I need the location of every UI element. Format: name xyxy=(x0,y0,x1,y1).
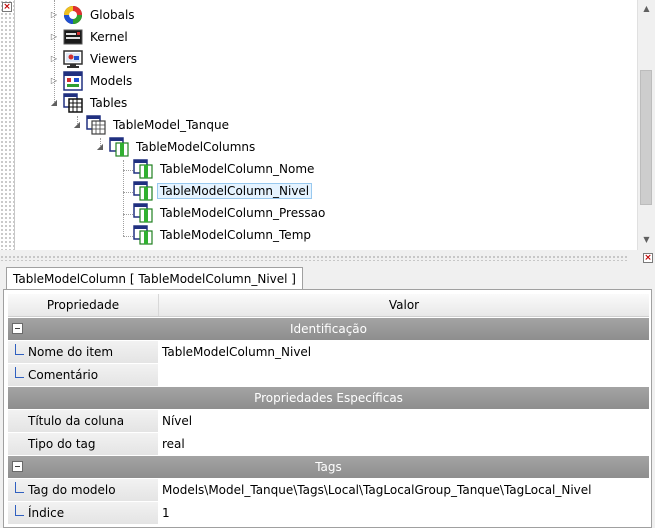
property-value[interactable]: TableModelColumn_Nivel xyxy=(158,341,649,363)
table-columns-icon xyxy=(109,137,129,157)
column-header-property[interactable]: Propriedade xyxy=(8,294,159,316)
expand-arrow-icon[interactable]: ▷ xyxy=(49,54,59,64)
property-value[interactable] xyxy=(158,364,649,386)
tree-item-models[interactable]: ▷ Models xyxy=(49,70,135,92)
tree-item-label: TableModelColumn_Nome xyxy=(160,162,315,176)
tree-item-label: TableModelColumn_Nivel xyxy=(157,183,313,199)
tree-gutter: × xyxy=(0,0,15,250)
close-icon[interactable]: × xyxy=(643,253,653,263)
section-header-tags[interactable]: Tags xyxy=(8,456,649,478)
collapse-arrow-icon[interactable]: ◢ xyxy=(95,142,105,152)
tree-item-tables[interactable]: ◢ Tables xyxy=(49,92,130,114)
column-header-value[interactable]: Valor xyxy=(159,294,649,316)
property-grid: Propriedade Valor Identificação Nome do … xyxy=(8,294,649,524)
tree-item-viewers[interactable]: ▷ Viewers xyxy=(49,48,140,70)
property-name: Tag do modelo xyxy=(8,479,158,501)
section-header-identificacao[interactable]: Identificação xyxy=(8,318,649,340)
expand-arrow-icon[interactable]: ▷ xyxy=(49,10,59,20)
close-icon[interactable]: × xyxy=(2,2,12,12)
table-column-icon xyxy=(133,203,153,223)
property-label: Índice xyxy=(28,506,65,520)
globals-icon xyxy=(63,5,83,25)
scroll-down-icon[interactable]: ▼ xyxy=(638,231,655,248)
tree-scrollbar[interactable]: ▲ ▼ xyxy=(637,0,655,250)
section-title: Propriedades Específicas xyxy=(254,391,403,405)
tables-icon xyxy=(63,93,83,113)
table-column-icon xyxy=(133,181,153,201)
tree-item-label: Viewers xyxy=(90,52,138,66)
tree-item-label: Globals xyxy=(90,8,135,22)
tree-item-label: TableModelColumn_Pressao xyxy=(160,206,326,220)
section-title: Identificação xyxy=(290,322,367,336)
collapse-box-icon[interactable] xyxy=(12,461,23,472)
tree-connector xyxy=(123,170,133,171)
tree-branch-icon xyxy=(15,505,24,516)
property-row[interactable]: Comentário xyxy=(8,364,649,386)
property-row[interactable]: Índice 1 xyxy=(8,502,649,524)
property-name: Nome do item xyxy=(8,341,158,363)
grid-header: Propriedade Valor xyxy=(8,294,649,317)
property-row[interactable]: Nome do item TableModelColumn_Nivel xyxy=(8,341,649,363)
property-name: Título da coluna xyxy=(8,410,158,432)
property-row[interactable]: Título da coluna Nível xyxy=(8,410,649,432)
properties-tab[interactable]: TableModelColumn [ TableModelColumn_Nive… xyxy=(6,267,303,290)
property-value[interactable]: 1 xyxy=(158,502,649,524)
tree-item-label: Tables xyxy=(90,96,128,110)
property-label: Nome do item xyxy=(28,345,114,359)
pane-splitter[interactable]: × xyxy=(0,250,655,266)
tree-connector xyxy=(123,214,133,215)
properties-panel: Propriedade Valor Identificação Nome do … xyxy=(3,289,652,528)
expand-arrow-icon[interactable]: ▷ xyxy=(49,76,59,86)
property-label: Título da coluna xyxy=(28,414,125,428)
expand-arrow-icon[interactable]: ▷ xyxy=(49,32,59,42)
tree-connector xyxy=(123,160,124,236)
property-label: Comentário xyxy=(28,368,99,382)
property-row[interactable]: Tag do modelo Models\Model_Tanque\Tags\L… xyxy=(8,479,649,501)
property-row[interactable]: Tipo do tag real xyxy=(8,433,649,455)
tree-item-label: TableModelColumns xyxy=(136,140,256,154)
collapse-arrow-icon[interactable]: ◢ xyxy=(72,120,82,130)
tree-branch-icon xyxy=(15,344,24,355)
collapse-box-icon[interactable] xyxy=(12,323,23,334)
tree-item-tablemodel-tanque[interactable]: ◢ TableModel_Tanque xyxy=(72,114,232,136)
section-title: Tags xyxy=(315,460,342,474)
tree-item-tablemodelcolumns[interactable]: ◢ TableModelColumns xyxy=(95,136,258,158)
tree-item-column-nivel[interactable]: TableModelColumn_Nivel xyxy=(133,180,313,202)
scrollbar-thumb[interactable] xyxy=(640,70,652,205)
collapse-arrow-icon[interactable]: ◢ xyxy=(49,98,59,108)
tree-branch-icon xyxy=(15,367,24,378)
property-label: Tipo do tag xyxy=(28,437,96,451)
property-value[interactable]: Models\Model_Tanque\Tags\Local\TagLocalG… xyxy=(158,479,649,501)
property-name: Tipo do tag xyxy=(8,433,158,455)
tree-branch-icon xyxy=(15,482,24,493)
table-column-icon xyxy=(133,159,153,179)
tree-item-label: Kernel xyxy=(90,30,128,44)
tree-item-column-pressao[interactable]: TableModelColumn_Pressao xyxy=(133,202,328,224)
tree-item-column-temp[interactable]: TableModelColumn_Temp xyxy=(133,224,314,246)
project-tree-pane: × ▷ Globals ▷ Kernel ▷ Viewers ▷ Models … xyxy=(0,0,655,251)
property-name: Comentário xyxy=(8,364,158,386)
tree-item-label: TableModelColumn_Temp xyxy=(160,228,311,242)
table-model-icon xyxy=(86,115,106,135)
table-column-icon xyxy=(133,225,153,245)
tree-connector xyxy=(123,192,133,193)
scroll-up-icon[interactable]: ▲ xyxy=(638,0,655,17)
property-label: Tag do modelo xyxy=(28,483,116,497)
tree-item-column-nome[interactable]: TableModelColumn_Nome xyxy=(133,158,317,180)
tree-item-label: TableModel_Tanque xyxy=(113,118,229,132)
property-value[interactable]: real xyxy=(158,433,649,455)
section-header-propriedades-especificas[interactable]: Propriedades Específicas xyxy=(8,387,649,409)
property-value[interactable]: Nível xyxy=(158,410,649,432)
viewers-icon xyxy=(63,49,83,69)
tree-item-globals[interactable]: ▷ Globals xyxy=(49,4,138,26)
tree-connector xyxy=(123,236,133,237)
tree-item-label: Models xyxy=(90,74,133,88)
splitter-grip[interactable] xyxy=(0,255,628,261)
tree-item-kernel[interactable]: ▷ Kernel xyxy=(49,26,131,48)
kernel-icon xyxy=(63,27,83,47)
property-name: Índice xyxy=(8,502,158,524)
models-icon xyxy=(63,71,83,91)
